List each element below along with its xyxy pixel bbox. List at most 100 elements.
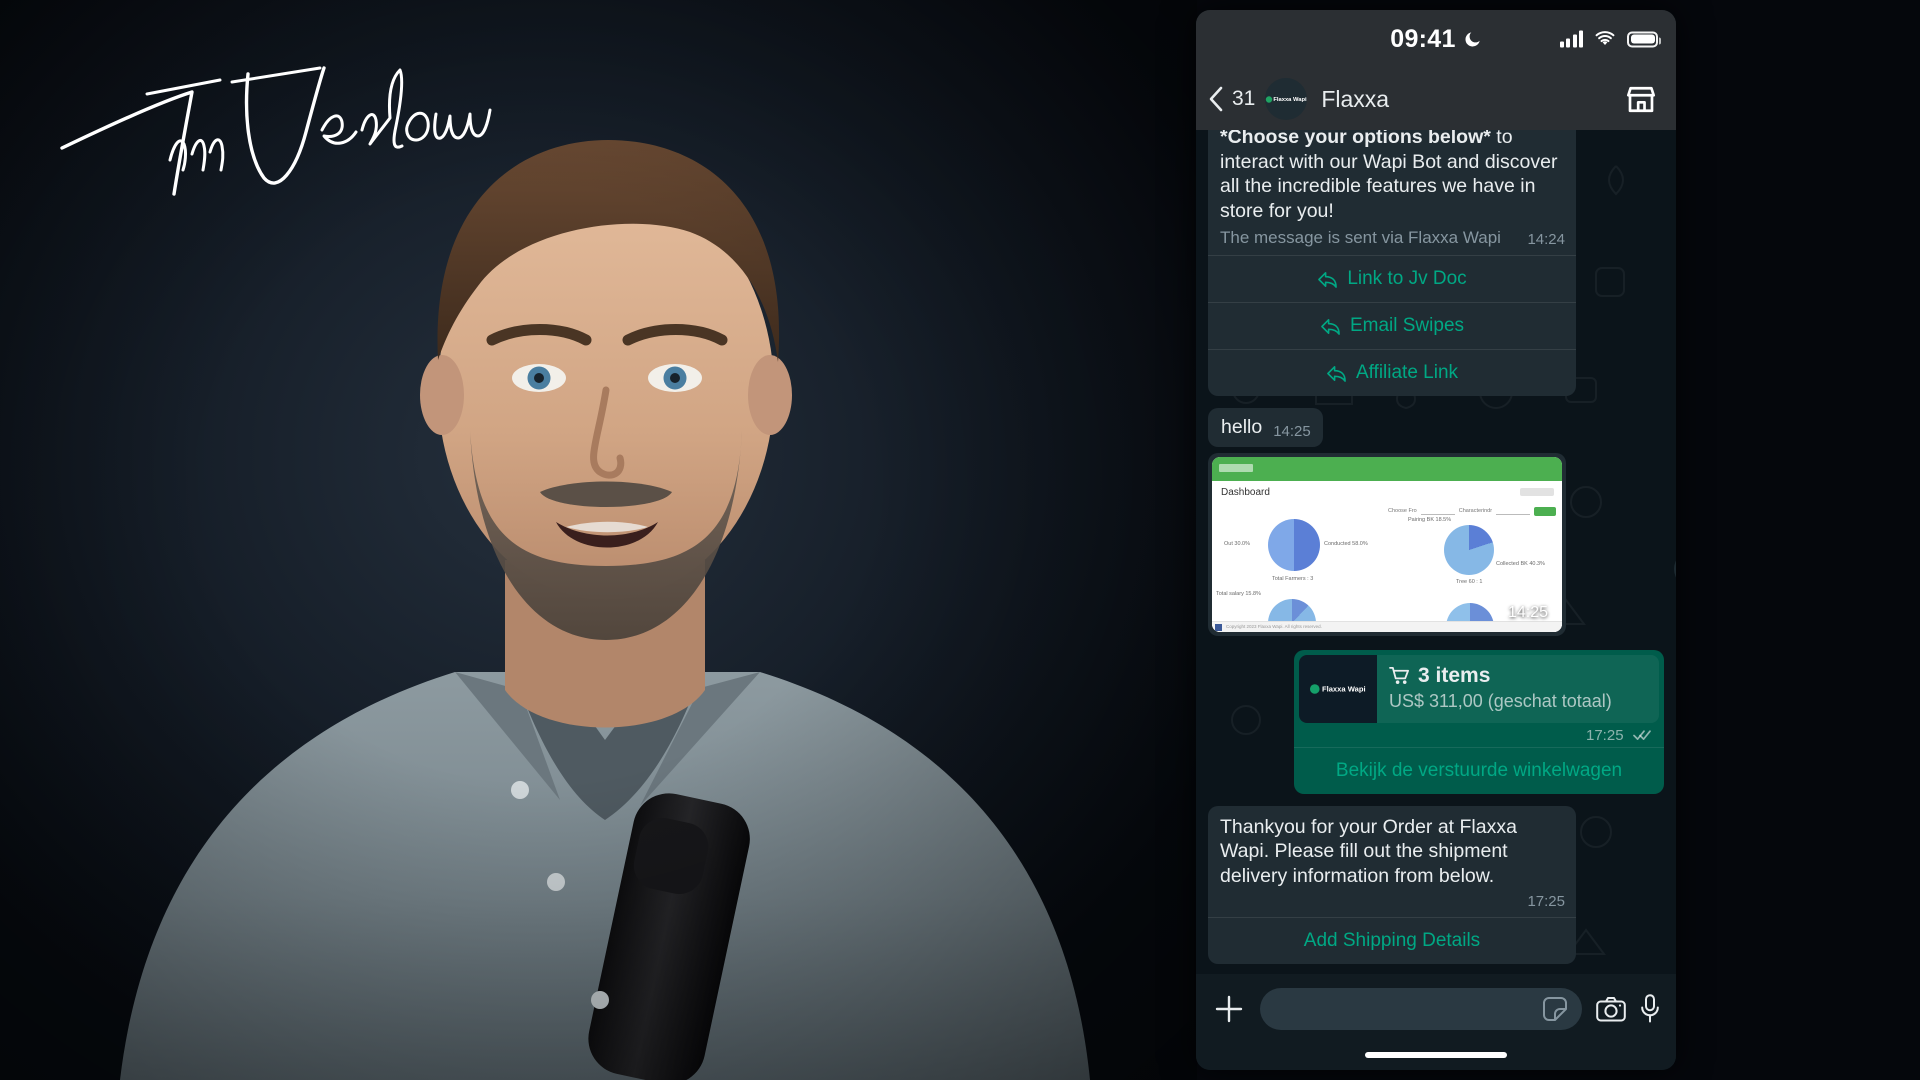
battery-full-icon	[1627, 31, 1661, 47]
vignette-overlay	[0, 0, 1197, 1080]
dashboard-pie-1-caption: Total Farmers : 3	[1272, 575, 1314, 582]
message-row: *Choose your options below* to interact …	[1208, 130, 1664, 396]
dashboard-pie-1-label-right: Conducted 58.0%	[1324, 540, 1368, 547]
avatar-brand-badge: Flaxxa Wapi	[1265, 95, 1307, 103]
cart-card[interactable]: Flaxxa Wapi 3 items US$ 311,00 (geschat …	[1299, 654, 1659, 723]
avatar-label: Flaxxa Wapi	[1273, 95, 1307, 103]
dashboard-footer-label: Copyright 2023 Flaxxa Wapi. All rights r…	[1226, 623, 1322, 629]
dashboard-filter2-label: Characterindr	[1458, 508, 1493, 514]
quick-reply-link-to-jv-doc[interactable]: Link to Jv Doc	[1208, 256, 1576, 302]
cart-total: US$ 311,00 (geschat totaal)	[1389, 690, 1612, 711]
dashboard-pie-3-label-left: Pairing BK 18.5%	[1408, 516, 1452, 523]
double-check-icon	[1633, 729, 1651, 740]
quick-reply-label: Link to Jv Doc	[1347, 268, 1467, 289]
messages-container: *Choose your options below* to interact …	[1196, 130, 1676, 974]
order-thankyou-content: Thankyou for your Order at Flaxxa Wapi. …	[1208, 806, 1576, 918]
forward-message-button[interactable]	[1674, 549, 1676, 588]
hello-text: hello	[1221, 416, 1263, 438]
dashboard-filter-label: Choose Fro	[1388, 508, 1417, 514]
dashboard-filter-input[interactable]	[1420, 508, 1455, 515]
chat-message-list[interactable]: *Choose your options below* to interact …	[1196, 130, 1676, 974]
dashboard-pie-3-caption: Tree 60 : 1	[1456, 578, 1483, 585]
dashboard-footer: Copyright 2023 Flaxxa Wapi. All rights r…	[1212, 620, 1562, 632]
message-bubble-bot-options[interactable]: *Choose your options below* to interact …	[1208, 130, 1576, 396]
message-bubble-order-thankyou[interactable]: Thankyou for your Order at Flaxxa Wapi. …	[1208, 805, 1576, 964]
dashboard-pie-3-label-right: Collected BK 40.3%	[1496, 560, 1545, 567]
contact-name[interactable]: Flaxxa	[1321, 86, 1614, 113]
brand-badge: Flaxxa Wapi	[1310, 683, 1366, 694]
message-bubble-hello[interactable]: hello 14:25	[1208, 408, 1323, 447]
message-row: Dashboard Choose Fro Characterindr Out 3…	[1208, 452, 1676, 636]
brand-dot-icon	[1265, 95, 1273, 103]
message-timestamp: 14:25	[1273, 422, 1311, 440]
chat-header: 31 Flaxxa Wapi Flaxxa	[1196, 68, 1676, 130]
dashboard-pie-3	[1444, 524, 1494, 575]
cart-title-row: 3 items	[1389, 664, 1647, 688]
dashboard-pie-1-label-left: Out 30.0%	[1224, 540, 1250, 547]
dashboard-filter-row: Choose Fro Characterindr	[1388, 506, 1557, 516]
dashboard-footer-icon	[1215, 623, 1222, 631]
sticker-icon[interactable]	[1542, 996, 1568, 1022]
order-thankyou-meta: 17:25	[1220, 893, 1565, 910]
view-sent-cart-button[interactable]: Bekijk de verstuurde winkelwagen	[1294, 748, 1664, 794]
back-button[interactable]: 31	[1208, 86, 1255, 112]
plus-icon[interactable]	[1212, 992, 1246, 1026]
camera-icon[interactable]	[1596, 996, 1626, 1022]
message-row: hello 14:25	[1208, 408, 1664, 447]
reply-arrow-icon	[1327, 365, 1346, 382]
add-shipping-details-label: Add Shipping Details	[1303, 930, 1481, 951]
status-bar-indicators	[1559, 30, 1661, 48]
dashboard-title: Dashboard	[1221, 486, 1270, 498]
crescent-moon-icon	[1465, 31, 1480, 47]
order-thankyou-text: Thankyou for your Order at Flaxxa Wapi. …	[1220, 815, 1517, 887]
video-pane	[0, 0, 1197, 1080]
quick-reply-label: Affiliate Link	[1355, 362, 1459, 383]
cart-meta: 17:25	[1294, 723, 1664, 747]
screen: 09:41 31 Flaxxa Wapi Flaxxa *Choose your…	[0, 0, 1920, 1080]
message-input-wrapper[interactable]	[1260, 988, 1582, 1030]
avatar[interactable]: Flaxxa Wapi	[1265, 78, 1308, 120]
dashboard-topbar	[1212, 456, 1562, 481]
wifi-icon	[1595, 31, 1615, 46]
dashboard-filter2-input[interactable]	[1496, 508, 1531, 515]
dashboard-submit-button[interactable]	[1534, 506, 1557, 516]
reply-arrow-icon	[1318, 271, 1338, 288]
message-timestamp: 17:25	[1527, 893, 1565, 910]
message-row: Thankyou for your Order at Flaxxa Wapi. …	[1208, 805, 1664, 964]
status-bar-time-group: 09:41	[1390, 25, 1481, 54]
status-bar-time: 09:41	[1390, 24, 1456, 53]
message-timestamp: 14:24	[1527, 231, 1565, 248]
dashboard-screenshot-thumbnail[interactable]: Dashboard Choose Fro Characterindr Out 3…	[1212, 456, 1562, 632]
bot-options-text: *Choose your options below* to interact …	[1220, 130, 1565, 223]
dashboard-logo	[1219, 463, 1253, 472]
message-bubble-cart[interactable]: Flaxxa Wapi 3 items US$ 311,00 (geschat …	[1294, 649, 1664, 794]
cart-brand-logo: Flaxxa Wapi	[1299, 654, 1377, 723]
view-sent-cart-label: Bekijk de verstuurde winkelwagen	[1335, 759, 1623, 781]
message-composer	[1196, 974, 1676, 1070]
storefront-icon[interactable]	[1624, 84, 1658, 115]
dashboard-export-button[interactable]	[1520, 487, 1554, 496]
cellular-signal-icon	[1559, 30, 1583, 48]
dashboard-pie-2-label-left: Total salary 15.8%	[1216, 590, 1261, 597]
reply-arrow-icon	[1321, 318, 1340, 335]
cart-item-count: 3 items	[1418, 663, 1491, 687]
message-timestamp: 17:25	[1586, 726, 1624, 744]
add-shipping-details-button[interactable]: Add Shipping Details	[1208, 918, 1576, 964]
status-bar: 09:41	[1196, 10, 1676, 68]
message-input[interactable]	[1274, 998, 1542, 1020]
message-timestamp: 14:25	[1507, 603, 1548, 621]
message-bubble-dashboard-image[interactable]: Dashboard Choose Fro Characterindr Out 3…	[1208, 452, 1566, 636]
dashboard-pie-1	[1268, 518, 1320, 571]
shopping-cart-icon	[1389, 666, 1409, 684]
microphone-icon[interactable]	[1640, 994, 1660, 1023]
unread-count: 31	[1232, 87, 1256, 110]
brand-dot-icon	[1310, 683, 1320, 694]
quick-reply-email-swipes[interactable]: Email Swipes	[1208, 303, 1576, 349]
bot-options-content: *Choose your options below* to interact …	[1208, 130, 1576, 255]
message-via-label: The message is sent via Flaxxa Wapi	[1220, 228, 1501, 247]
message-row: Flaxxa Wapi 3 items US$ 311,00 (geschat …	[1208, 649, 1664, 794]
quick-reply-label: Email Swipes	[1349, 315, 1465, 336]
bot-options-meta: The message is sent via Flaxxa Wapi 14:2…	[1220, 228, 1565, 248]
quick-reply-affiliate-link[interactable]: Affiliate Link	[1208, 350, 1576, 396]
bot-options-text-bold: *Choose your options below*	[1220, 130, 1491, 148]
